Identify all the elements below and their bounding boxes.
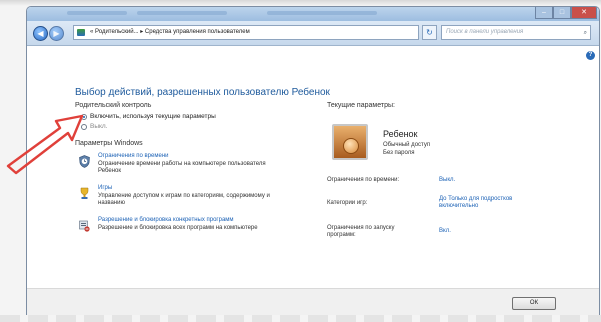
- game-rating-label: Категории игр:: [327, 200, 368, 206]
- search-input[interactable]: Поиск в панели управления ⌕: [441, 25, 591, 40]
- address-field[interactable]: « Родительский... ▸ Средства управления …: [73, 25, 419, 40]
- address-path: « Родительский... ▸ Средства управления …: [90, 29, 250, 35]
- help-icon[interactable]: ?: [586, 51, 595, 60]
- setting-programs: Разрешение и блокировка конкретных прогр…: [79, 217, 299, 243]
- user-avatar: [332, 124, 368, 160]
- user-password: Без пароля: [383, 150, 415, 156]
- search-placeholder: Поиск в панели управления: [446, 29, 524, 35]
- radio-enable[interactable]: Включить, используя текущие параметры: [81, 113, 216, 120]
- ok-button[interactable]: ОК: [512, 297, 556, 310]
- time-limits-link[interactable]: Ограничения по времени: [98, 153, 168, 159]
- dialog-footer: ОК: [27, 288, 599, 316]
- search-icon: ⌕: [583, 30, 587, 36]
- annotation-arrow-icon: [6, 114, 84, 175]
- title-bar-blur: [67, 11, 127, 15]
- page-title: Выбор действий, разрешенных пользователю…: [75, 87, 330, 98]
- scan-edge: [0, 315, 601, 322]
- games-link[interactable]: Игры: [98, 185, 112, 191]
- minimize-button[interactable]: –: [535, 7, 553, 19]
- radio-label: Включить, используя текущие параметры: [90, 113, 216, 120]
- games-description: Управление доступом к играм по категория…: [98, 193, 270, 206]
- programs-link[interactable]: Разрешение и блокировка конкретных прогр…: [98, 217, 234, 223]
- maximize-button[interactable]: □: [553, 7, 571, 19]
- title-bar: – □ ✕: [27, 7, 599, 21]
- program-limit-value: Вкл.: [439, 228, 451, 234]
- programs-description: Разрешение и блокировка всех программ на…: [98, 225, 258, 231]
- title-bar-blur: [267, 11, 377, 15]
- refresh-button[interactable]: ↻: [422, 25, 437, 40]
- program-block-icon: [79, 220, 90, 232]
- address-bar: ◀ ▶ « Родительский... ▸ Средства управле…: [27, 21, 599, 46]
- current-settings-title: Текущие параметры:: [327, 102, 395, 109]
- setting-games: Игры Управление доступом к играм по кате…: [79, 185, 299, 211]
- user-role: Обычный доступ: [383, 142, 431, 148]
- close-button[interactable]: ✕: [571, 7, 597, 19]
- time-limit-value: Выкл.: [439, 177, 456, 183]
- trophy-icon: [80, 187, 89, 199]
- setting-time-limits: Ограничения по времени Ограничение време…: [79, 153, 299, 179]
- time-limit-label: Ограничения по времени:: [327, 177, 400, 183]
- control-panel-icon: [77, 29, 85, 36]
- program-limit-label: Ограничения по запуску программ:: [327, 225, 395, 238]
- forward-button[interactable]: ▶: [49, 26, 64, 41]
- title-bar-blur: [137, 11, 227, 15]
- game-rating-value: До Только для подростков включительно: [439, 196, 513, 209]
- radio-label: Выкл.: [90, 123, 108, 130]
- control-panel-window: – □ ✕ ◀ ▶ « Родительский... ▸ Средства у…: [26, 6, 600, 317]
- time-limits-description: Ограничение времени работы на компьютере…: [98, 161, 266, 174]
- user-name: Ребенок: [383, 129, 418, 139]
- back-button[interactable]: ◀: [33, 26, 48, 41]
